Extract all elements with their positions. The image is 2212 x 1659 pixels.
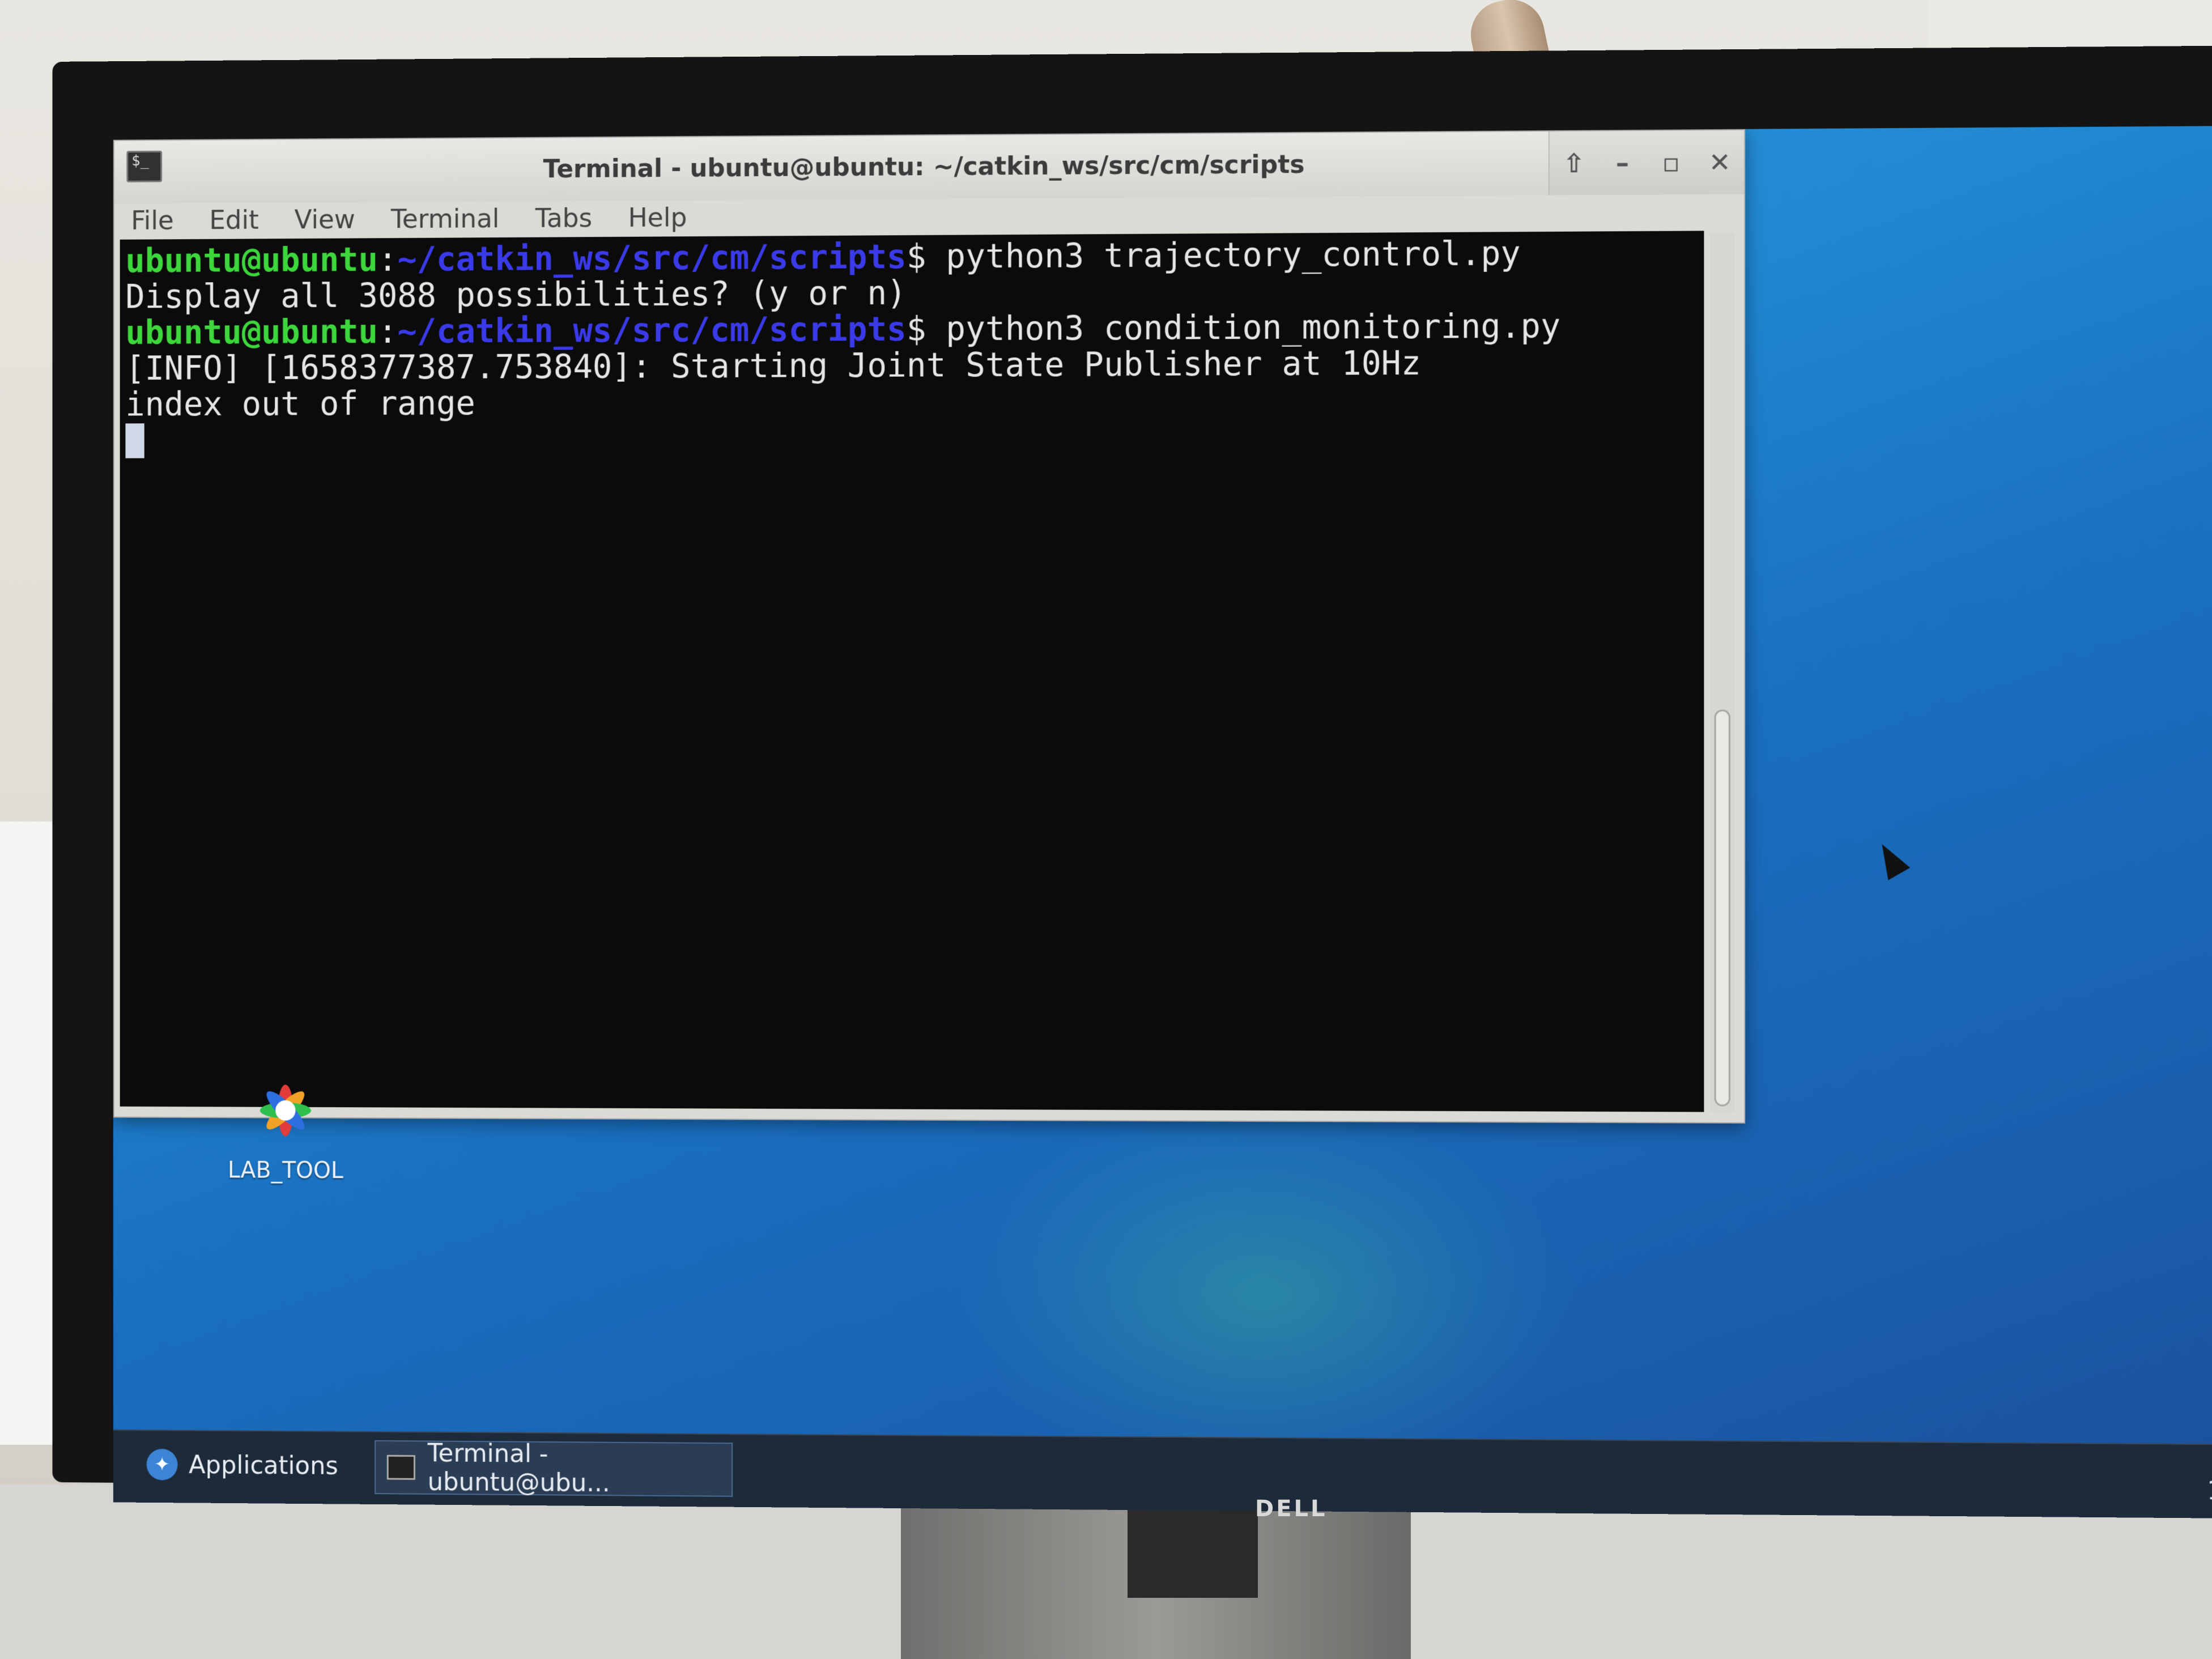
scrollbar-thumb[interactable]: [1715, 709, 1730, 1106]
text-cursor: [125, 423, 144, 458]
menu-edit[interactable]: Edit: [209, 205, 258, 235]
menu-file[interactable]: File: [131, 205, 173, 236]
applications-menu-button[interactable]: ✦ Applications: [147, 1442, 338, 1488]
minimize-icon[interactable]: –: [1605, 146, 1640, 180]
terminal-line: ubuntu@ubuntu:~/catkin_ws/src/cm/scripts…: [125, 234, 1698, 279]
prompt-dollar: $: [907, 237, 926, 276]
desktop-icon-label: LAB_TOOL: [197, 1157, 375, 1184]
terminal-window[interactable]: $_ Terminal - ubuntu@ubuntu: ~/catkin_ws…: [113, 129, 1745, 1124]
terminal-task-icon: [387, 1455, 415, 1480]
window-title: Terminal - ubuntu@ubuntu: ~/catkin_ws/sr…: [114, 147, 1744, 186]
desktop-icon-lab-tool[interactable]: LAB_TOOL: [197, 1071, 375, 1184]
terminal-line: [125, 416, 1698, 458]
applications-label: Applications: [189, 1450, 338, 1480]
prompt-user: ubuntu@ubuntu: [125, 240, 378, 280]
taskbar-terminal-button[interactable]: Terminal - ubuntu@ubu...: [375, 1440, 733, 1497]
prompt-dollar: $: [907, 310, 926, 348]
monitor-brand-logo: DELL: [1255, 1496, 1328, 1522]
prompt-path: ~/catkin_ws/src/cm/scripts: [397, 237, 907, 278]
maximize-icon[interactable]: ▫: [1654, 146, 1688, 180]
command-text: python3 condition_monitoring.py: [926, 307, 1560, 348]
prompt-separator: :: [378, 312, 397, 351]
menu-view[interactable]: View: [295, 204, 355, 235]
desktop-screen: $_ Terminal - ubuntu@ubuntu: ~/catkin_ws…: [113, 126, 2212, 1518]
xfce-mouse-icon: ✦: [147, 1449, 178, 1481]
menu-terminal[interactable]: Terminal: [391, 203, 500, 235]
taskbar-task-label: Terminal - ubuntu@ubu...: [428, 1439, 732, 1498]
prompt-user: ubuntu@ubuntu: [125, 312, 378, 351]
taskbar-clock[interactable]: 12:4: [2207, 1477, 2212, 1506]
terminal-line: [INFO] [1658377387.753840]: Starting Joi…: [125, 344, 1698, 386]
window-controls: ⇧ – ▫ ✕: [1549, 130, 1744, 195]
terminal-line: index out of range: [125, 380, 1698, 422]
monitor-bezel: $_ Terminal - ubuntu@ubuntu: ~/catkin_ws…: [52, 46, 2212, 1499]
mouse-pointer-icon: [1871, 838, 1910, 880]
menu-tabs[interactable]: Tabs: [535, 203, 593, 233]
prompt-path: ~/catkin_ws/src/cm/scripts: [397, 310, 907, 351]
terminal-scrollbar[interactable]: [1710, 233, 1735, 1112]
lab-tool-icon: [241, 1071, 330, 1150]
prompt-separator: :: [378, 240, 397, 279]
close-icon[interactable]: ✕: [1703, 145, 1737, 180]
up-arrow-icon[interactable]: ⇧: [1556, 146, 1591, 181]
terminal-line: ubuntu@ubuntu:~/catkin_ws/src/cm/scripts…: [125, 307, 1698, 351]
command-text: python3 trajectory_control.py: [926, 234, 1521, 276]
terminal-output[interactable]: ubuntu@ubuntu:~/catkin_ws/src/cm/scripts…: [120, 231, 1704, 1112]
menu-help[interactable]: Help: [628, 202, 687, 233]
window-titlebar[interactable]: $_ Terminal - ubuntu@ubuntu: ~/catkin_ws…: [114, 130, 1744, 204]
